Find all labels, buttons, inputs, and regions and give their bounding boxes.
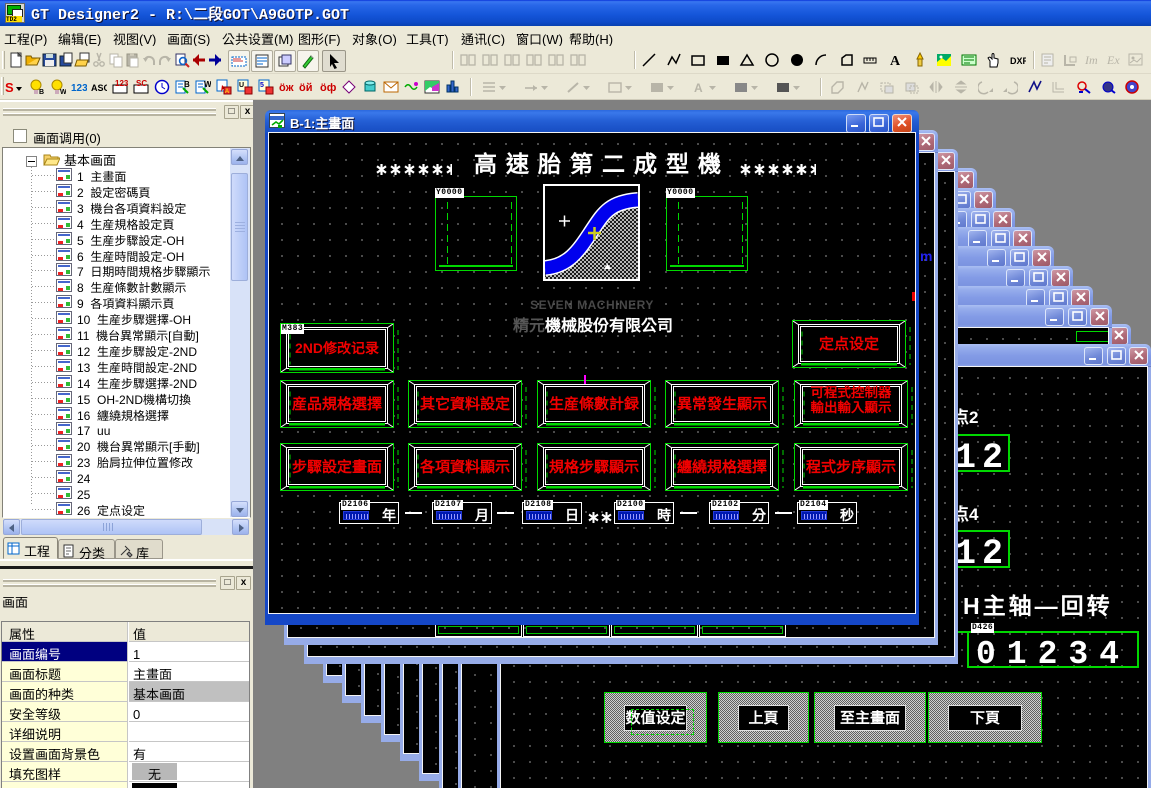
svg-text:A: A: [890, 54, 901, 68]
svg-text:123: 123: [71, 83, 87, 94]
svg-text:A: A: [225, 86, 229, 95]
svg-text:öф: öф: [320, 79, 336, 95]
svg-text:B: B: [184, 79, 190, 90]
svg-text:5: 5: [260, 80, 264, 90]
svg-text:W: W: [204, 79, 211, 90]
svg-text:ASC: ASC: [91, 83, 107, 93]
svg-text:S: S: [5, 80, 14, 95]
svg-text:W: W: [60, 87, 66, 95]
svg-text:DXF: DXF: [1010, 56, 1026, 66]
svg-text:Ex: Ex: [1106, 53, 1120, 67]
svg-text:SC: SC: [136, 79, 147, 89]
svg-text:Im: Im: [1084, 53, 1098, 67]
svg-text:U: U: [239, 80, 244, 90]
svg-text:öж: öж: [279, 79, 294, 95]
svg-text:B: B: [39, 87, 44, 95]
svg-text:123: 123: [115, 79, 128, 89]
svg-text:A: A: [694, 80, 703, 95]
svg-text:öй: öй: [299, 79, 312, 95]
